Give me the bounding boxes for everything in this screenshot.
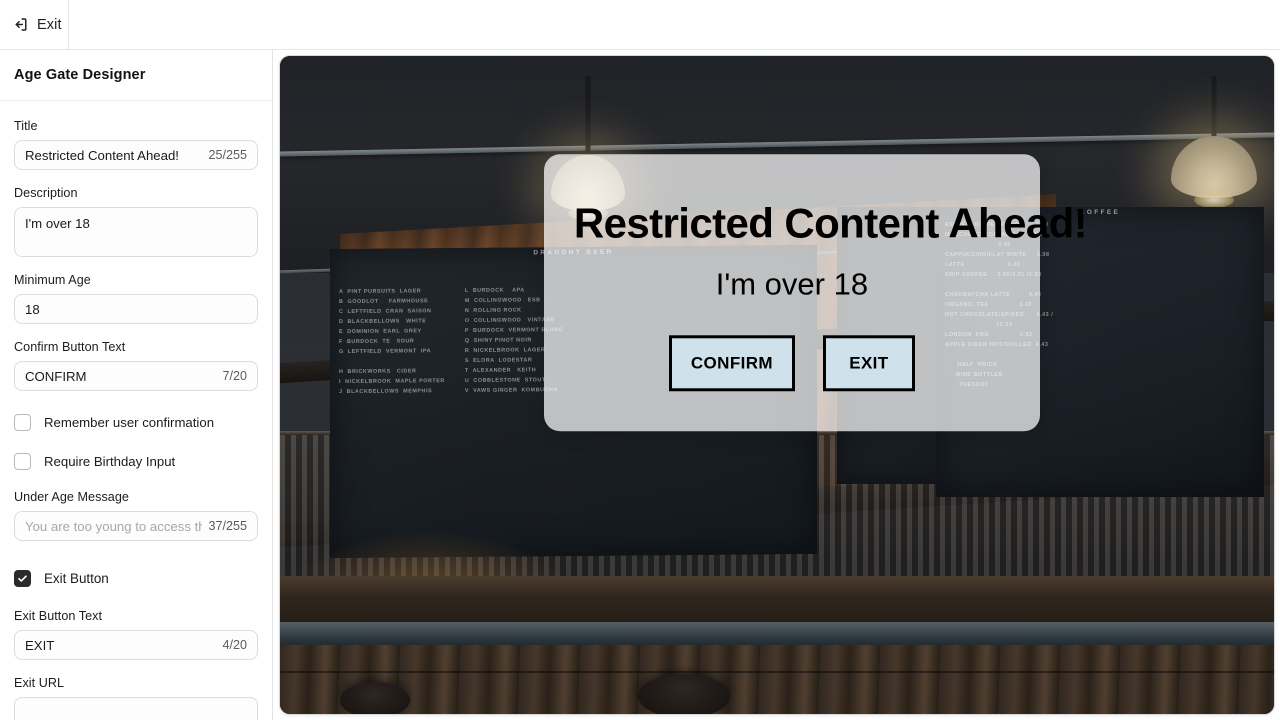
title-input[interactable]: Restricted Content Ahead! 25/255 <box>14 140 258 170</box>
field-exit-url-label: Exit URL <box>14 676 65 690</box>
checkbox-label-remember: Remember user confirmation <box>44 415 215 430</box>
field-minimum-age-label: Minimum Age <box>14 273 91 287</box>
modal-description: I'm over 18 <box>715 266 869 302</box>
exit-button-text-value: EXIT <box>25 637 55 653</box>
modal-title: Restricted Content Ahead! <box>573 199 1088 247</box>
field-minimum-age: Minimum Age 18 <box>14 273 258 324</box>
modal-button-row: CONFIRM EXIT <box>574 335 1010 392</box>
field-exit-url: Exit URL <box>14 676 258 720</box>
field-confirm-button-text-label: Confirm Button Text <box>14 340 126 354</box>
checkbox-label-birthday: Require Birthday Input <box>44 454 176 469</box>
field-under-age-message: Under Age Message You are too young to a… <box>14 490 258 541</box>
description-input[interactable]: I'm over 18 <box>14 207 258 257</box>
field-description-label: Description <box>14 186 78 200</box>
checkbox-exit-button[interactable]: Exit Button <box>14 570 258 587</box>
sidebar-scroll-area[interactable]: Title Restricted Content Ahead! 25/255 D… <box>0 101 272 720</box>
under-age-message-counter: 37/255 <box>208 519 247 533</box>
minimum-age-input-value: 18 <box>25 301 40 317</box>
field-confirm-button-text: Confirm Button Text CONFIRM 7/20 <box>14 340 258 391</box>
modal-confirm-button[interactable]: CONFIRM <box>668 335 795 392</box>
description-input-value: I'm over 18 <box>25 216 90 231</box>
exit-button[interactable]: Exit <box>0 0 69 49</box>
field-exit-button-text-label: Exit Button Text <box>14 609 103 623</box>
confirm-button-text-input[interactable]: CONFIRM 7/20 <box>14 361 258 391</box>
preview-pane: DRAUGHT BEER A PINT PURSUITS LAGER B GOO… <box>273 50 1280 720</box>
checkbox-box-exit-button[interactable] <box>14 570 31 587</box>
logout-icon <box>12 16 29 33</box>
modal-exit-button[interactable]: EXIT <box>822 335 915 392</box>
confirm-button-text-value: CONFIRM <box>25 368 87 384</box>
under-age-message-input[interactable]: You are too young to access th 37/255 <box>14 511 258 541</box>
age-gate-designer-app: Exit Age Gate Designer Title Restricted … <box>0 0 1280 720</box>
exit-url-input[interactable] <box>14 697 258 720</box>
field-under-age-message-label: Under Age Message <box>14 490 129 504</box>
field-exit-button-text: Exit Button Text EXIT 4/20 <box>14 609 258 660</box>
top-bar-empty-area <box>69 0 1280 49</box>
checkbox-box-birthday[interactable] <box>14 453 31 470</box>
exit-button-label: Exit <box>37 16 62 33</box>
top-bar: Exit <box>0 0 1280 50</box>
checkbox-box-remember[interactable] <box>14 414 31 431</box>
confirm-button-text-counter: 7/20 <box>222 369 247 383</box>
field-description: Description I'm over 18 <box>14 186 258 257</box>
body-row: Age Gate Designer Title Restricted Conte… <box>0 50 1280 720</box>
age-gate-modal: Restricted Content Ahead! I'm over 18 CO… <box>543 154 1088 432</box>
field-title-label: Title <box>14 119 38 133</box>
checkbox-remember-user-confirmation[interactable]: Remember user confirmation <box>14 414 258 431</box>
title-input-counter: 25/255 <box>208 148 247 162</box>
checkbox-require-birthday-input[interactable]: Require Birthday Input <box>14 453 258 470</box>
checkbox-label-exit-button: Exit Button <box>44 571 109 586</box>
under-age-message-value: You are too young to access th <box>25 518 203 534</box>
field-title: Title Restricted Content Ahead! 25/255 <box>14 119 258 170</box>
preview-stage: DRAUGHT BEER A PINT PURSUITS LAGER B GOO… <box>280 56 1274 714</box>
title-input-value: Restricted Content Ahead! <box>25 147 179 163</box>
exit-button-text-input[interactable]: EXIT 4/20 <box>14 630 258 660</box>
page-title: Age Gate Designer <box>14 67 146 83</box>
exit-button-text-counter: 4/20 <box>222 638 247 652</box>
settings-sidebar: Age Gate Designer Title Restricted Conte… <box>0 50 273 720</box>
sidebar-header: Age Gate Designer <box>0 50 272 101</box>
minimum-age-input[interactable]: 18 <box>14 294 258 324</box>
